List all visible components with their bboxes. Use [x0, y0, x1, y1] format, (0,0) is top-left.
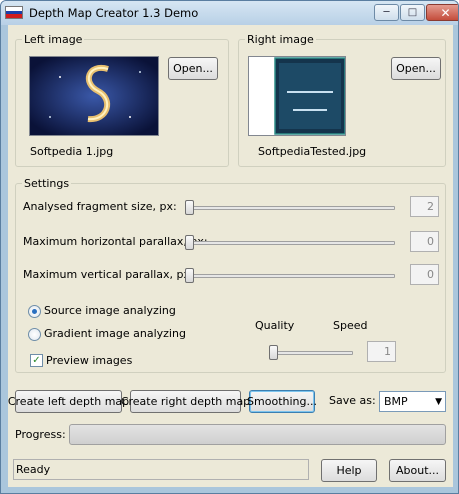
- left-image-preview: [29, 56, 159, 136]
- settings-group-label: Settings: [22, 177, 72, 190]
- horizontal-parallax-thumb[interactable]: [185, 235, 194, 250]
- app-window: Depth Map Creator 1.3 Demo ─ □ ✕ Left im…: [0, 0, 459, 494]
- right-image-group-label: Right image: [245, 33, 316, 46]
- quality-speed-thumb[interactable]: [269, 345, 278, 360]
- horizontal-parallax-value: 0: [410, 231, 439, 252]
- left-open-button[interactable]: Open...: [168, 57, 218, 80]
- fragment-size-thumb[interactable]: [185, 200, 194, 215]
- vertical-parallax-label: Maximum vertical parallax, px:: [23, 268, 194, 281]
- create-right-depth-map-button[interactable]: Create right depth map: [121, 390, 250, 413]
- left-image-group: Left image Open... Softpedia 1.jpg: [15, 33, 229, 167]
- create-left-depth-map-button[interactable]: Create left depth map: [8, 390, 129, 413]
- right-image-filename: SoftpediaTested.jpg: [258, 145, 367, 158]
- left-image-filename: Softpedia 1.jpg: [30, 145, 114, 158]
- fragment-size-label: Analysed fragment size, px:: [23, 200, 177, 213]
- fragment-size-value: 2: [410, 196, 439, 217]
- gradient-analyzing-label[interactable]: Gradient image analyzing: [44, 327, 186, 340]
- title-bar[interactable]: Depth Map Creator 1.3 Demo ─ □ ✕: [1, 1, 458, 25]
- radio-selected-dot: [32, 309, 37, 314]
- save-format-value: BMP: [384, 395, 408, 408]
- vertical-parallax-value: 0: [410, 264, 439, 285]
- help-button[interactable]: Help: [321, 459, 377, 482]
- right-open-button[interactable]: Open...: [391, 57, 441, 80]
- window-title: Depth Map Creator 1.3 Demo: [29, 6, 199, 20]
- russian-flag-icon: [5, 6, 23, 19]
- gradient-analyzing-radio[interactable]: [28, 328, 41, 341]
- maximize-button[interactable]: □: [400, 4, 425, 21]
- settings-group: Settings Analysed fragment size, px: 2 M…: [15, 177, 446, 373]
- preview-images-label[interactable]: Preview images: [46, 354, 132, 367]
- quality-speed-value: 1: [367, 341, 396, 362]
- left-image-group-label: Left image: [22, 33, 85, 46]
- fragment-size-slider[interactable]: [185, 206, 395, 210]
- save-as-label: Save as:: [329, 394, 376, 407]
- status-text: Ready: [13, 459, 309, 480]
- flag-stripe-red: [6, 14, 22, 18]
- horizontal-parallax-slider[interactable]: [185, 241, 395, 245]
- minimize-icon: ─: [383, 7, 390, 18]
- about-button[interactable]: About...: [389, 459, 446, 482]
- horizontal-parallax-label: Maximum horizontal parallax, px:: [23, 235, 208, 248]
- speed-label: Speed: [333, 319, 368, 332]
- right-image-preview: [248, 56, 346, 136]
- quality-speed-slider[interactable]: [269, 351, 353, 355]
- progress-label: Progress:: [15, 428, 66, 441]
- source-analyzing-radio[interactable]: [28, 305, 41, 318]
- progress-bar: [69, 424, 446, 445]
- right-image-group: Right image Open... SoftpediaTested.jpg: [238, 33, 446, 167]
- client-area: Left image Open... Softpedia 1.jpg Right…: [8, 25, 453, 487]
- save-format-select[interactable]: BMP ▼: [379, 391, 446, 412]
- right-image-thumbnail: [249, 57, 346, 135]
- quality-label: Quality: [255, 319, 295, 332]
- vertical-parallax-thumb[interactable]: [185, 268, 194, 283]
- preview-images-checkbox[interactable]: ✓: [30, 354, 43, 367]
- smoothing-button[interactable]: Smoothing...: [247, 390, 317, 413]
- left-image-thumbnail: [30, 57, 158, 135]
- source-analyzing-label[interactable]: Source image analyzing: [44, 304, 176, 317]
- vertical-parallax-slider[interactable]: [185, 274, 395, 278]
- minimize-button[interactable]: ─: [374, 4, 399, 21]
- maximize-icon: □: [407, 7, 418, 18]
- close-button[interactable]: ✕: [426, 4, 458, 21]
- close-icon: ✕: [440, 5, 451, 20]
- chevron-down-icon: ▼: [435, 397, 442, 407]
